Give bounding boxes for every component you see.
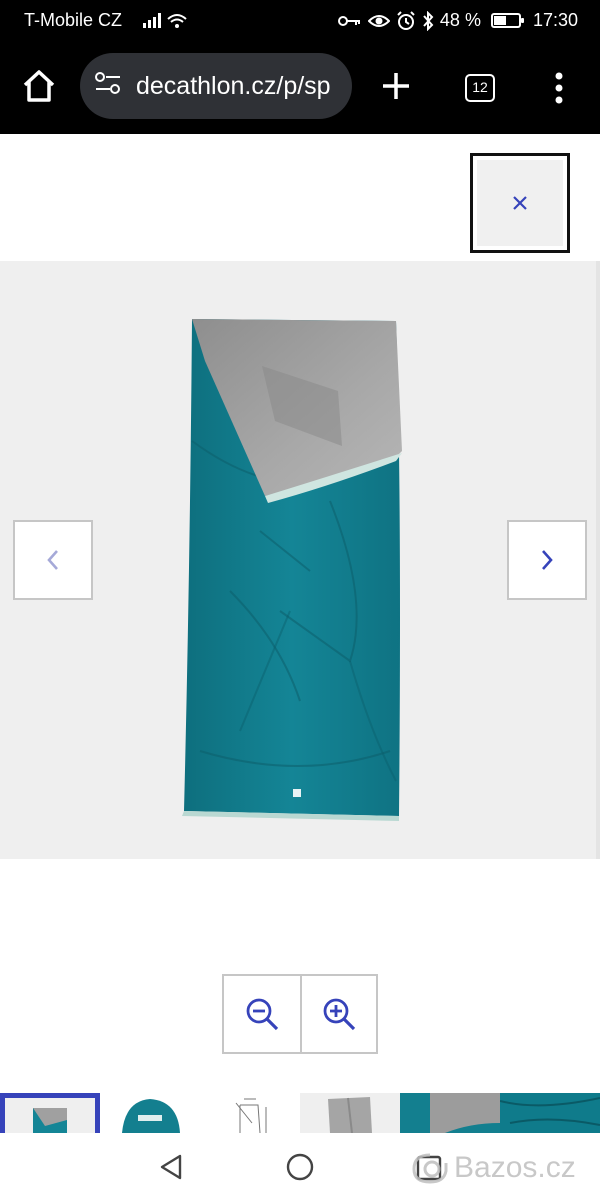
chevron-left-icon xyxy=(47,550,58,570)
zoom-controls xyxy=(222,974,378,1054)
address-bar[interactable]: decathlon.cz/p/sp xyxy=(80,53,352,119)
previous-image-button[interactable] xyxy=(13,520,93,600)
close-button[interactable] xyxy=(470,153,570,253)
next-image-button[interactable] xyxy=(507,520,587,600)
thumbnail-2[interactable] xyxy=(100,1093,200,1133)
menu-button[interactable] xyxy=(552,70,566,111)
status-bar: T-Mobile CZ 48 % 17:30 xyxy=(0,0,600,40)
home-nav-button[interactable] xyxy=(286,1153,314,1186)
site-settings-icon[interactable] xyxy=(94,71,122,101)
product-image[interactable] xyxy=(170,311,410,821)
eye-icon xyxy=(367,14,390,27)
thumbnail-6[interactable] xyxy=(500,1093,600,1133)
thumbnail-3[interactable] xyxy=(200,1093,300,1133)
battery-icon xyxy=(490,13,524,28)
thumbnail-1[interactable] xyxy=(0,1093,100,1133)
thumbnail-5[interactable] xyxy=(400,1093,500,1133)
bluetooth-icon xyxy=(423,10,434,31)
close-icon xyxy=(477,160,563,246)
page: T-Mobile CZ 48 % 17:30 decathlon.cz/p/sp… xyxy=(0,0,600,1200)
bazos-logo-icon xyxy=(412,1153,448,1184)
url-text: decathlon.cz/p/sp xyxy=(136,71,331,100)
status-icons: 48 % 17:30 xyxy=(337,10,578,31)
home-button[interactable] xyxy=(20,68,58,109)
zoom-in-icon xyxy=(323,998,356,1031)
browser-toolbar: decathlon.cz/p/sp 12 xyxy=(0,40,600,134)
image-gallery xyxy=(0,261,600,859)
watermark: Bazos.cz xyxy=(410,1151,576,1185)
home-icon xyxy=(23,70,55,102)
scrollbar[interactable] xyxy=(596,261,600,859)
thumbnail-strip xyxy=(0,1093,600,1133)
back-icon xyxy=(160,1154,182,1180)
back-button[interactable] xyxy=(158,1153,184,1186)
battery-percent: 48 % xyxy=(439,10,481,30)
key-icon xyxy=(337,15,360,26)
zoom-out-icon xyxy=(246,998,279,1031)
new-tab-button[interactable] xyxy=(378,68,414,109)
tab-switcher-button[interactable]: 12 xyxy=(465,74,495,102)
zoom-out-button[interactable] xyxy=(224,976,300,1052)
signal-icon xyxy=(142,11,190,34)
clock: 17:30 xyxy=(532,10,578,30)
wifi-icon xyxy=(167,14,187,23)
circle-home-icon xyxy=(286,1153,314,1181)
watermark-text: Bazos.cz xyxy=(454,1151,576,1184)
alarm-icon xyxy=(397,10,415,30)
chevron-right-icon xyxy=(542,550,553,570)
plus-icon xyxy=(383,73,409,99)
thumbnail-4[interactable] xyxy=(300,1093,400,1133)
carrier-name: T-Mobile CZ xyxy=(24,10,123,30)
menu-icon xyxy=(555,72,563,104)
system-navigation-bar: Bazos.cz xyxy=(0,1133,600,1200)
zoom-in-button[interactable] xyxy=(299,976,376,1052)
